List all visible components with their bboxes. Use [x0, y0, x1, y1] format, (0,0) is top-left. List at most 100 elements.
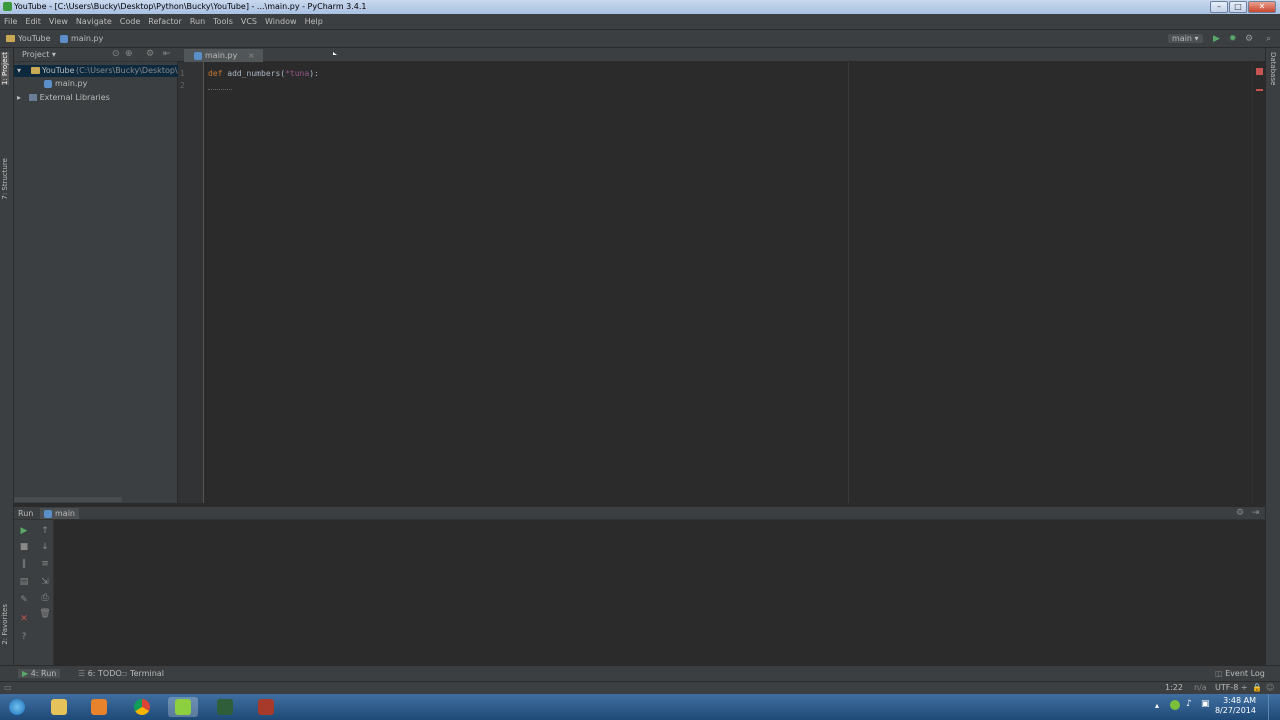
scroll-from-source-icon[interactable]: ⊙ [112, 49, 120, 59]
close-window-button[interactable]: ✕ [1248, 1, 1276, 13]
tool-tab-database[interactable]: Database [1269, 52, 1277, 85]
menu-file[interactable]: File [0, 14, 21, 26]
minimize-button[interactable]: – [1210, 1, 1228, 13]
coverage-icon[interactable]: ⚙ [1245, 34, 1253, 44]
status-bar: ▭ 1:22 n/a UTF-8 ÷ 🔒 ☺ [0, 681, 1280, 694]
windows-taskbar: ▴ ♪ ▣ 3:48 AM 8/27/2014 [0, 694, 1280, 720]
editor-tab-main[interactable]: main.py × [184, 49, 263, 62]
line-separator-status[interactable]: n/a [1194, 683, 1207, 692]
code-editor[interactable]: def add_numbers(*tuna): [204, 62, 1252, 503]
scroll-up-icon[interactable]: ↑ [39, 526, 51, 536]
menu-window[interactable]: Window [261, 14, 301, 26]
menu-tools[interactable]: Tools [209, 14, 237, 26]
menu-help[interactable]: Help [301, 14, 327, 26]
tree-external-libraries-row[interactable]: ▸ External Libraries [17, 93, 110, 105]
chevron-down-icon[interactable]: ▾ [17, 66, 21, 75]
menu-refactor[interactable]: Refactor [144, 14, 186, 26]
menu-code[interactable]: Code [116, 14, 144, 26]
menu-view[interactable]: View [45, 14, 72, 26]
maximize-button[interactable]: □ [1229, 1, 1247, 13]
project-horizontal-scrollbar[interactable] [14, 497, 122, 502]
tool-tab-project[interactable]: 1: Project [1, 52, 9, 85]
taskbar-app-media[interactable] [84, 697, 114, 717]
rerun-icon[interactable]: ▶ [18, 526, 30, 536]
run-config-tab[interactable]: main [40, 508, 79, 519]
expand-all-icon[interactable]: ⊕ [125, 49, 133, 59]
help-icon[interactable]: ? [18, 632, 30, 642]
event-log-button[interactable]: ◫ Event Log [1215, 669, 1265, 678]
settings-gear-icon[interactable]: ⚙ [146, 49, 154, 59]
scroll-down-icon[interactable]: ↓ [39, 542, 51, 552]
clear-all-icon[interactable]: 🗑 [39, 609, 51, 619]
toggle-tool-windows-icon[interactable]: ▭ [4, 683, 12, 692]
soft-wrap-icon[interactable]: ≡ [39, 559, 51, 569]
run-toolbar: ▶ ↑ ■ ↓ ‖ ≡ ▤ ⇲ ✎ ⎙ ✕ 🗑 ? [14, 520, 54, 665]
pause-icon[interactable]: ‖ [18, 559, 30, 569]
project-root-path: (C:\Users\Bucky\Desktop\Py [76, 66, 188, 75]
show-desktop-button[interactable] [1268, 694, 1280, 720]
hide-panel-icon[interactable]: ⇤ [163, 49, 171, 59]
clock-time: 3:48 AM [1223, 696, 1256, 705]
menu-edit[interactable]: Edit [21, 14, 45, 26]
app-green-icon [217, 699, 233, 715]
parameter: *tuna [285, 69, 310, 78]
scroll-to-end-icon[interactable]: ⇲ [39, 577, 51, 587]
right-margin-guide [848, 62, 849, 503]
breadcrumb-project[interactable]: YouTube [6, 34, 51, 43]
close-paren-colon: ): [309, 69, 319, 78]
taskbar-app-red[interactable] [251, 697, 281, 717]
project-view-select[interactable]: Project ▾ [22, 50, 56, 59]
library-icon [28, 94, 37, 101]
close-run-icon[interactable]: ✕ [18, 614, 30, 624]
tool-tab-structure[interactable]: 7: Structure [1, 158, 9, 200]
pin-icon[interactable]: ✎ [18, 595, 30, 605]
tray-expand-icon[interactable]: ▴ [1155, 701, 1159, 710]
encoding-status[interactable]: UTF-8 ÷ [1215, 683, 1248, 692]
chevron-right-icon[interactable]: ▸ [17, 93, 21, 102]
search-icon[interactable]: ⌕ [1266, 34, 1271, 44]
bottom-tab-todo[interactable]: ☰ 6: TODO [78, 669, 122, 678]
tool-tab-favorites[interactable]: 2: Favorites [1, 604, 9, 645]
stop-icon[interactable]: ■ [18, 542, 30, 552]
caret-position[interactable]: 1:22 [1165, 683, 1183, 692]
error-marker[interactable] [1256, 89, 1263, 91]
menu-vcs[interactable]: VCS [237, 14, 261, 26]
external-libraries-label: External Libraries [39, 93, 110, 102]
hide-panel-icon[interactable]: ⇥ [1252, 508, 1260, 518]
volume-icon[interactable]: ♪ [1186, 699, 1192, 709]
run-config-select[interactable]: main ▾ [1168, 34, 1203, 43]
editor-tab-label: main.py [205, 51, 238, 60]
folder-icon [51, 699, 67, 715]
taskbar-app-green[interactable] [210, 697, 240, 717]
code-line-1: def add_numbers(*tuna): [208, 69, 319, 78]
debug-icon[interactable]: ✹ [1229, 34, 1237, 44]
pycharm-app-icon [3, 2, 12, 11]
breadcrumb-file[interactable]: main.py [60, 34, 103, 43]
network-icon[interactable]: ▣ [1201, 699, 1210, 709]
print-icon[interactable]: ⎙ [39, 593, 51, 603]
error-stripe [1252, 62, 1265, 503]
menu-run[interactable]: Run [186, 14, 209, 26]
error-status-icon[interactable] [1256, 68, 1263, 75]
folder-icon [6, 35, 15, 42]
run-panel-label: Run [18, 509, 34, 518]
settings-gear-icon[interactable]: ⚙ [1236, 508, 1244, 518]
tree-root-row[interactable]: ▾ YouTube (C:\Users\Bucky\Desktop\Py [14, 65, 187, 77]
run-console[interactable] [54, 520, 1256, 665]
taskbar-app-explorer[interactable] [44, 697, 74, 717]
taskbar-app-pycharm[interactable] [168, 697, 198, 717]
tree-file-row[interactable]: main.py [44, 79, 87, 91]
inspector-icon[interactable]: ☺ [1266, 683, 1274, 692]
menu-navigate[interactable]: Navigate [72, 14, 116, 26]
taskbar-clock[interactable]: 3:48 AM 8/27/2014 [1215, 696, 1256, 716]
taskbar-app-chrome[interactable] [127, 697, 157, 717]
tray-app-icon[interactable] [1170, 700, 1180, 710]
editor-tab-bar: main.py × [178, 48, 1265, 62]
lock-icon[interactable]: 🔒 [1252, 683, 1262, 692]
bottom-tab-terminal[interactable]: ▭ Terminal [120, 669, 164, 678]
run-icon[interactable]: ▶ [1213, 34, 1220, 44]
dump-threads-icon[interactable]: ▤ [18, 577, 30, 587]
start-button[interactable] [2, 697, 32, 717]
bottom-tab-run[interactable]: ▶ 4: Run [18, 669, 61, 678]
close-tab-icon[interactable]: × [248, 51, 255, 60]
